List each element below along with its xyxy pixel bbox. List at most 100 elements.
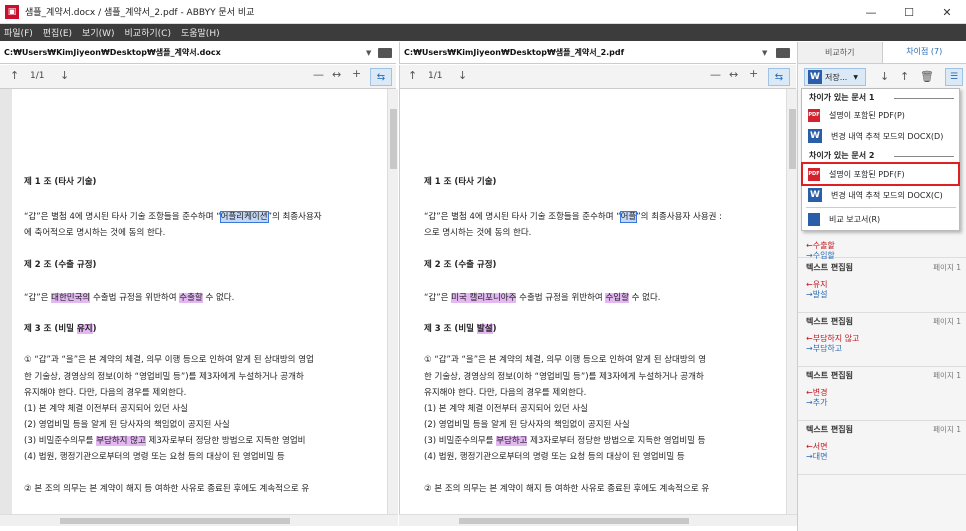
left-vertical-scrollbar[interactable] (387, 89, 398, 514)
doc-text: 제 3 조 (비밀 (24, 324, 77, 334)
changed-text[interactable]: 어플리케이션 (219, 211, 269, 223)
left-doc-line: 제 1 조 (타사 기술) (24, 177, 97, 187)
right-doc-line: (2) 영업비밀 등을 알게 된 당사자의 책임없이 공지된 사실 (424, 420, 630, 430)
left-zoom-out-icon[interactable]: — (313, 68, 324, 81)
right-document-pane[interactable]: 제 1 조 (타사 기술) “갑”은 별첨 4에 명시된 타사 기술 조항들을 준… (399, 89, 786, 514)
left-zoom-in-icon[interactable]: + (352, 67, 361, 80)
doc-text: ”의 최종사용자 사용권 : (636, 212, 723, 222)
right-file-path[interactable]: C:₩Users₩KimJiyeon₩Desktop₩샘플_계약서_2.pdf (404, 47, 624, 58)
chevron-down-icon: ▼ (853, 73, 858, 81)
changed-text[interactable]: 수입할 (605, 293, 629, 303)
right-vertical-scrollbar[interactable] (786, 89, 797, 514)
left-doc-line: (3) 비밀준수의무를 부담하지 않고 제3자로부터 정당한 방법으로 지득한 … (24, 434, 306, 446)
left-doc-line: “갑”은 별첨 4에 명시된 타사 기술 조항들을 준수하며 “어플리케이션”의… (24, 210, 322, 223)
save-doc1-annotated-pdf[interactable]: PDF 설명이 포함된 PDF(P) (802, 105, 959, 125)
right-doc-line: (3) 비밀준수의무를 부담하고 제3자로부터 정당한 방법으로 지득한 영업비… (424, 434, 706, 446)
menu-file[interactable]: 파일(F) (4, 26, 33, 39)
doc-text: 수출법 규정을 위반하여 (516, 293, 606, 303)
doc-text: 제 3 조 (비밀 (424, 324, 477, 334)
changed-text[interactable]: 어플 (619, 211, 638, 223)
save-doc2-track-changes-docx[interactable]: W 변경 내역 추적 모드의 DOCX(C) (802, 185, 959, 205)
doc-text: 수 없다. (202, 293, 235, 303)
save-label: 저장... (825, 72, 848, 82)
tab-differences[interactable]: 차이점 (7) (882, 42, 966, 63)
right-page-indicator: 1/1 (428, 71, 443, 81)
right-open-folder-icon[interactable] (776, 48, 790, 58)
list-filter-button[interactable]: ☰ (945, 68, 963, 86)
left-horizontal-scrollbar[interactable] (0, 514, 398, 526)
left-fit-width-icon[interactable]: ↔ (332, 68, 341, 81)
close-button[interactable]: ✕ (928, 0, 966, 24)
right-fit-width-icon[interactable]: ↔ (729, 68, 738, 81)
menu-compare[interactable]: 비교하기(C) (125, 26, 171, 39)
doc-text: “갑”은 별첨 4에 명시된 타사 기술 조항들을 준수하며 “ (24, 212, 221, 222)
difference-item[interactable]: 텍스트 편집됨 페이지 1 ←변경 →추가 (798, 367, 966, 421)
dropdown-group-1-rule (894, 98, 954, 99)
left-file-path[interactable]: C:₩Users₩KimJiyeon₩Desktop₩샘플_계약서.docx (4, 47, 221, 58)
save-doc1-track-changes-docx[interactable]: W 변경 내역 추적 모드의 DOCX(D) (802, 126, 959, 146)
menu-edit[interactable]: 편집(E) (43, 26, 72, 39)
changed-text[interactable]: 수출할 (179, 293, 203, 303)
dropdown-separator (806, 207, 956, 208)
right-zoom-out-icon[interactable]: — (710, 68, 721, 81)
next-difference-icon[interactable]: ↓ (880, 70, 889, 83)
changed-text[interactable]: 발설 (476, 324, 493, 334)
save-comparison-report[interactable]: 비교 보고서(R) (802, 209, 959, 229)
doc-text: 제3자로부터 정당한 방법으로 지득한 영업비밀 등 (527, 436, 706, 446)
right-path-dropdown-icon[interactable]: ▼ (762, 49, 767, 57)
right-document-page: 제 1 조 (타사 기술) “갑”은 별첨 4에 명시된 타사 기술 조항들을 준… (412, 89, 786, 514)
difference-item[interactable]: ←수출할 →수입할 (798, 232, 966, 260)
right-vscroll-thumb[interactable] (789, 109, 796, 169)
word-icon: W (808, 129, 822, 143)
changed-text[interactable]: 유지 (76, 324, 93, 334)
changed-text[interactable]: 대한민국의 (51, 293, 91, 303)
difference-item[interactable]: 텍스트 편집됨 페이지 1 ←유지 →발설 (798, 259, 966, 313)
sidebar-toolbar: W 저장... ▼ ↓ ↑ 🗑 ☰ (798, 65, 966, 89)
difference-title: 텍스트 편집됨 (806, 317, 853, 326)
difference-page: 페이지 1 (933, 317, 961, 326)
word-icon: W (808, 70, 822, 84)
left-doc-line: 에 축어적으로 명시하는 것에 동의 한다. (24, 228, 166, 238)
menu-view[interactable]: 보기(W) (82, 26, 114, 39)
right-doc-line: (1) 본 계약 체결 이전부터 공지되어 있던 사실 (424, 404, 588, 414)
report-icon (808, 212, 820, 226)
previous-difference-icon[interactable]: ↑ (900, 70, 909, 83)
right-toolbar: ↑ 1/1 ↓ — ↔ + ⇆ (399, 65, 796, 89)
right-zoom-in-icon[interactable]: + (749, 67, 758, 80)
menu-help[interactable]: 도움말(H) (181, 26, 220, 39)
save-doc2-annotated-pdf[interactable]: PDF 설명이 포함된 PDF(F) (801, 162, 960, 186)
left-doc-line: 한 기술상, 경영상의 정보(이하 “영업비밀 등”)를 제3자에게 누설하거나… (24, 372, 304, 382)
right-sync-scroll-button[interactable]: ⇆ (768, 68, 790, 86)
left-sync-scroll-button[interactable]: ⇆ (370, 68, 392, 86)
left-prev-page-icon[interactable]: ↑ (10, 69, 19, 82)
right-doc-line: 으로 명시하는 것에 동의 한다. (424, 228, 532, 238)
doc-text: “갑”은 (24, 293, 52, 303)
dropdown-group-1-heading: 차이가 있는 문서 1 (809, 93, 875, 102)
difference-item[interactable]: 텍스트 편집됨 페이지 1 ←부담하지 않고 →부담하고 (798, 313, 966, 367)
minimize-button[interactable]: — (852, 0, 890, 24)
left-open-folder-icon[interactable] (378, 48, 392, 58)
changed-text[interactable]: 부담하고 (496, 436, 528, 446)
left-document-pane[interactable]: 제 1 조 (타사 기술) “갑”은 별첨 4에 명시된 타사 기술 조항들을 준… (0, 89, 387, 514)
right-hscroll-thumb[interactable] (459, 518, 689, 524)
left-path-dropdown-icon[interactable]: ▼ (366, 49, 371, 57)
tab-compare[interactable]: 비교하기 (798, 42, 883, 63)
right-prev-page-icon[interactable]: ↑ (408, 69, 417, 82)
right-doc-line: ① “갑”과 “을”은 본 계약의 체결, 의무 이행 등으로 인하여 알게 된… (424, 355, 707, 365)
right-next-page-icon[interactable]: ↓ (458, 69, 467, 82)
right-horizontal-scrollbar[interactable] (399, 514, 797, 526)
changed-text[interactable]: 부담하지 않고 (96, 436, 146, 446)
left-vscroll-thumb[interactable] (390, 109, 397, 169)
right-doc-line: “갑”은 별첨 4에 명시된 타사 기술 조항들을 준수하며 “어플”의 최종사… (424, 210, 723, 223)
left-next-page-icon[interactable]: ↓ (60, 69, 69, 82)
doc-text: 제3자로부터 정당한 방법으로 지득한 영업비 (145, 436, 306, 446)
title-bar: ▣ 샘플_계약서.docx / 샘플_계약서_2.pdf - ABBYY 문서 … (0, 0, 966, 24)
left-hscroll-thumb[interactable] (60, 518, 290, 524)
left-doc-line: “갑”은 대한민국의 수출법 규정을 위반하여 수출할 수 없다. (24, 291, 234, 303)
changed-text[interactable]: 미국 캘리포니아주 (451, 293, 517, 303)
right-path-bar: C:₩Users₩KimJiyeon₩Desktop₩샘플_계약서_2.pdf … (399, 42, 796, 64)
maximize-button[interactable]: ☐ (890, 0, 928, 24)
delete-difference-icon[interactable]: 🗑 (920, 70, 934, 83)
save-dropdown-button[interactable]: W 저장... ▼ (804, 68, 866, 86)
difference-item[interactable]: 텍스트 편집됨 페이지 1 ←서면 →대면 (798, 421, 966, 475)
